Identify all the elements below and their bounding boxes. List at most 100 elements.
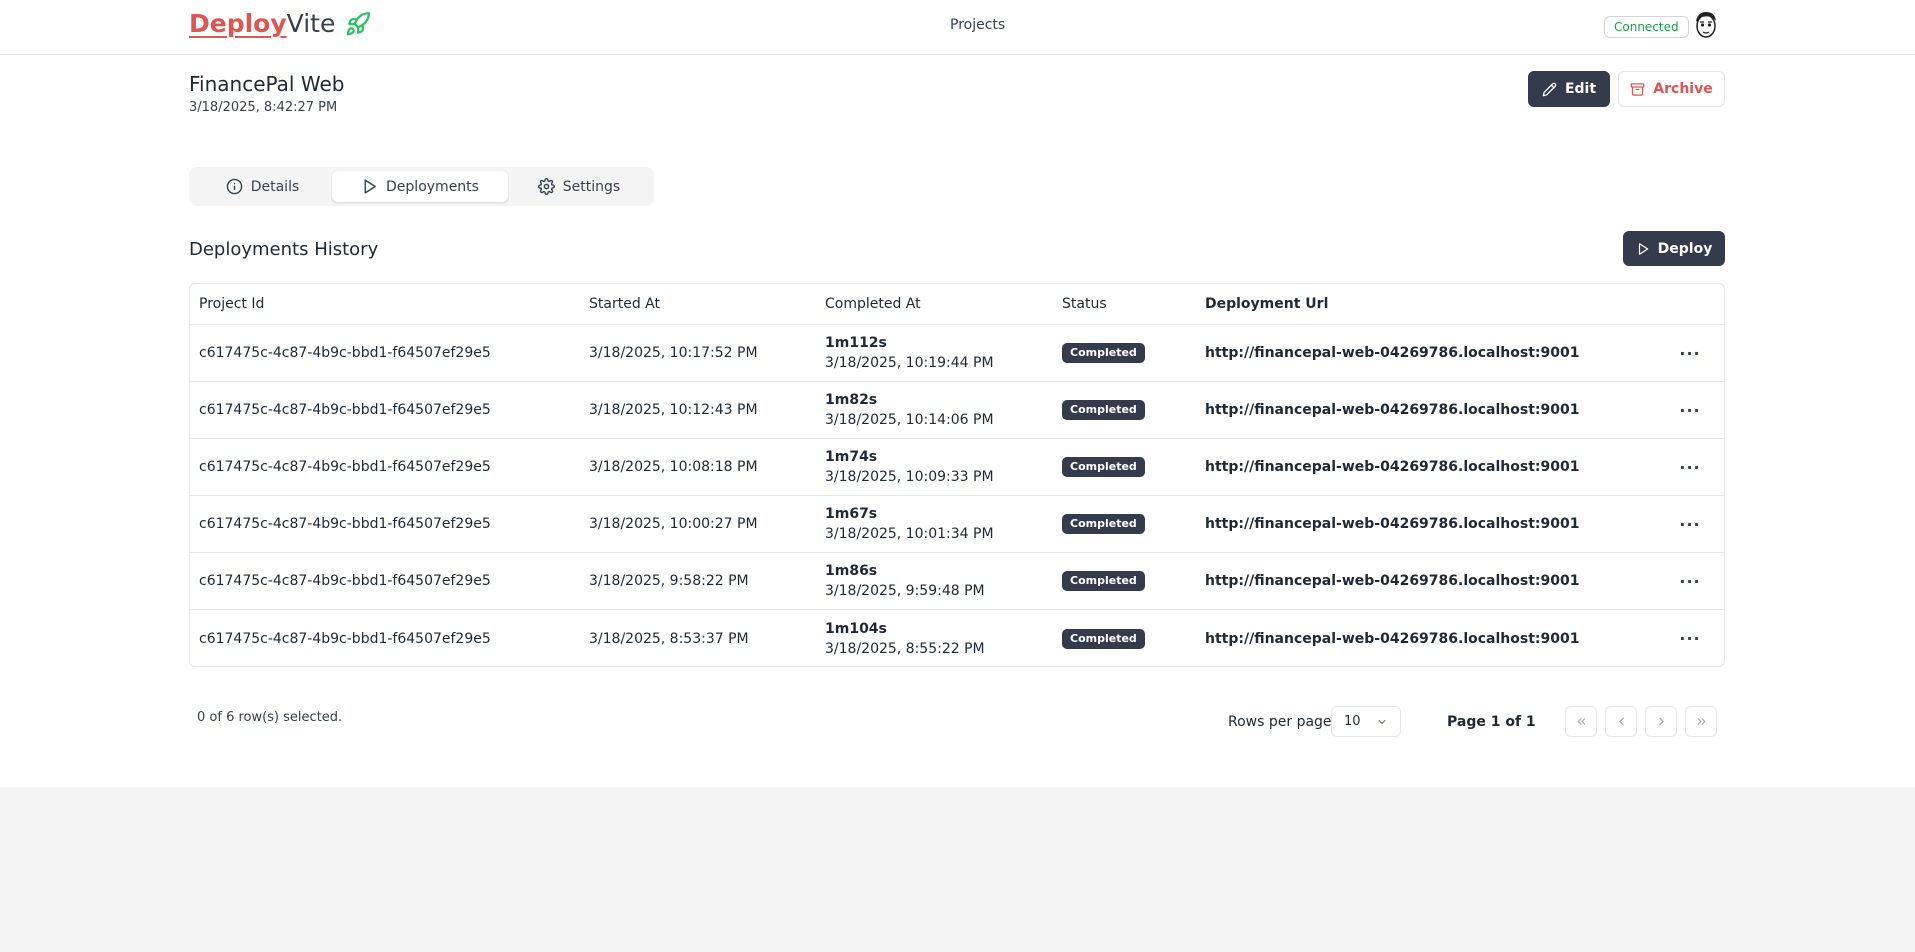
cell-project-id: c617475c-4c87-4b9c-bbd1-f64507ef29e5 [199,402,491,418]
tab-details[interactable]: Details [193,171,332,202]
cell-completed-at: 1m86s 3/18/2025, 9:59:48 PM [816,561,1053,601]
top-navbar: DeployVite Projects Connected [0,0,1915,55]
chevron-left-icon [1618,717,1624,726]
cell-completed-time: 3/18/2025, 10:01:34 PM [825,526,994,542]
nav-projects-link[interactable]: Projects [950,17,1005,33]
logo[interactable]: DeployVite [189,9,371,38]
cell-started-at: 3/18/2025, 8:53:37 PM [589,630,749,647]
table-row[interactable]: c617475c-4c87-4b9c-bbd1-f64507ef29e5 3/18… [190,439,1724,496]
avatar[interactable] [1690,9,1722,41]
chevron-down-icon [1378,719,1386,724]
tab-list: Details Deployments Settings [189,167,654,206]
chevron-right-icon [1658,717,1664,726]
edit-button[interactable]: Edit [1528,71,1610,107]
cell-completed-time: 3/18/2025, 9:59:48 PM [825,583,985,599]
rows-per-page-value: 10 [1344,714,1361,729]
more-horizontal-icon: ··· [1679,343,1701,363]
cell-status: Completed [1053,343,1196,363]
cell-deployment-url[interactable]: http://financepal-web-04269786.localhost… [1196,573,1656,589]
table-row[interactable]: c617475c-4c87-4b9c-bbd1-f64507ef29e5 3/18… [190,496,1724,553]
cell-completed-at: 1m104s 3/18/2025, 8:55:22 PM [816,619,1053,659]
rows-per-page-select[interactable]: 10 [1331,706,1401,737]
page: DeployVite Projects Connected FinancePal… [0,0,1915,787]
table-row[interactable]: c617475c-4c87-4b9c-bbd1-f64507ef29e5 3/18… [190,382,1724,439]
cell-started-at: 3/18/2025, 10:00:27 PM [589,516,758,532]
cell-duration: 1m82s [825,392,878,408]
archive-button[interactable]: Archive [1618,71,1725,107]
chevrons-left-icon [1576,718,1585,725]
cell-deployment-url[interactable]: http://financepal-web-04269786.localhost… [1196,345,1656,361]
cell-started-at: 3/18/2025, 9:58:22 PM [589,573,749,589]
header-started-at: Started At [589,296,660,312]
previous-page-button[interactable] [1605,706,1637,737]
gear-icon [537,178,555,195]
cell-status: Completed [1053,571,1196,591]
more-horizontal-icon: ··· [1679,571,1701,591]
cell-deployment-url[interactable]: http://financepal-web-04269786.localhost… [1196,516,1656,532]
last-page-button[interactable] [1685,706,1717,737]
header-status: Status [1062,296,1107,312]
tab-details-label: Details [250,178,300,195]
cell-deployment-url[interactable]: http://financepal-web-04269786.localhost… [1196,459,1656,475]
cell-duration: 1m74s [825,449,878,465]
cell-duration: 1m86s [825,563,878,579]
tab-settings[interactable]: Settings [508,171,650,202]
logo-deploy: Deploy [189,9,287,38]
cell-status: Completed [1053,400,1196,420]
cell-completed-time: 3/18/2025, 10:14:06 PM [825,412,994,428]
play-icon [1638,242,1648,255]
play-icon [364,179,376,194]
next-page-button[interactable] [1645,706,1677,737]
cell-completed-time: 3/18/2025, 10:19:44 PM [825,355,994,371]
table-row[interactable]: c617475c-4c87-4b9c-bbd1-f64507ef29e5 3/18… [190,553,1724,610]
rocket-icon [346,11,371,35]
cell-started-at: 3/18/2025, 10:12:43 PM [589,402,758,418]
deploy-label: Deploy [1657,240,1713,257]
status-badge: Completed [1062,343,1145,363]
tab-settings-label: Settings [562,178,621,195]
status-badge: Completed [1062,400,1145,420]
status-badge: Completed [1062,571,1145,591]
cell-completed-time: 3/18/2025, 8:55:22 PM [825,640,985,657]
row-actions[interactable]: ··· [1656,344,1724,363]
table-row[interactable]: c617475c-4c87-4b9c-bbd1-f64507ef29e5 3/18… [190,610,1724,666]
row-actions[interactable]: ··· [1656,572,1724,591]
row-actions[interactable]: ··· [1656,401,1724,420]
cell-completed-at: 1m112s 3/18/2025, 10:19:44 PM [816,333,1053,373]
table-row[interactable]: c617475c-4c87-4b9c-bbd1-f64507ef29e5 3/18… [190,325,1724,382]
cell-deployment-url[interactable]: http://financepal-web-04269786.localhost… [1196,402,1656,418]
row-actions[interactable]: ··· [1656,458,1724,477]
row-actions[interactable]: ··· [1656,629,1724,648]
more-horizontal-icon: ··· [1679,457,1701,477]
info-icon [226,178,243,195]
table-header: Project Id Started At Completed At Statu… [190,284,1724,325]
cell-completed-at: 1m74s 3/18/2025, 10:09:33 PM [816,447,1053,487]
header-completed-at: Completed At [825,296,921,312]
row-actions[interactable]: ··· [1656,515,1724,534]
connection-status-badge: Connected [1604,16,1689,38]
deploy-button[interactable]: Deploy [1623,231,1725,266]
deployments-table: Project Id Started At Completed At Statu… [189,283,1725,667]
tab-deployments[interactable]: Deployments [332,171,508,202]
cell-status: Completed [1053,457,1196,477]
header-deployment-url: Deployment Url [1205,296,1329,312]
cell-completed-at: 1m82s 3/18/2025, 10:14:06 PM [816,390,1053,430]
archive-label: Archive [1653,81,1713,97]
cell-project-id: c617475c-4c87-4b9c-bbd1-f64507ef29e5 [199,516,491,532]
archive-icon [1630,82,1645,96]
cell-deployment-url[interactable]: http://financepal-web-04269786.localhost… [1196,631,1656,647]
first-page-button[interactable] [1565,706,1597,737]
cell-duration: 1m104s [825,620,887,637]
more-horizontal-icon: ··· [1679,400,1701,420]
more-horizontal-icon: ··· [1679,629,1701,648]
cell-duration: 1m67s [825,506,878,522]
project-date: 3/18/2025, 8:42:27 PM [189,100,338,115]
status-badge: Completed [1062,514,1145,534]
status-badge: Completed [1062,628,1145,649]
header-project-id: Project Id [199,296,265,312]
cell-project-id: c617475c-4c87-4b9c-bbd1-f64507ef29e5 [199,459,491,475]
logo-vite: Vite [286,9,336,38]
page-indicator: Page 1 of 1 [1447,714,1536,730]
pencil-icon [1542,82,1557,96]
cell-started-at: 3/18/2025, 10:17:52 PM [589,345,758,361]
